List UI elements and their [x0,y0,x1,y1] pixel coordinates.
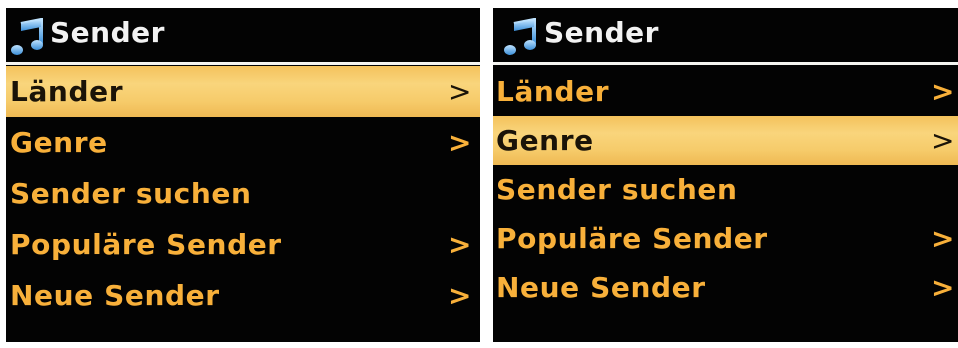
menu-list: Länder > Genre > Sender suchen Populäre … [493,67,958,312]
menu-item-label: Neue Sender [10,279,220,312]
music-note-icon [504,18,536,55]
chevron-right-icon: > [447,75,472,108]
menu-item-label: Länder [496,75,610,108]
music-note-icon [11,18,43,55]
radio-display-left: Sender Länder > Genre > Sender suchen Po… [6,8,480,342]
menu-item-sender-suchen[interactable]: Sender suchen [493,165,958,214]
menu-item-genre[interactable]: Genre > [6,117,480,168]
menu-item-populaere-sender[interactable]: Populäre Sender > [493,214,958,263]
menu-item-label: Genre [10,126,108,159]
menu-item-label: Sender suchen [496,173,738,206]
menu-header: Sender [493,8,958,65]
chevron-right-icon: > [930,222,955,255]
chevron-right-icon: > [447,279,472,312]
menu-item-label: Sender suchen [10,177,252,210]
menu-item-sender-suchen[interactable]: Sender suchen [6,168,480,219]
chevron-right-icon: > [930,75,955,108]
radio-display-right: Sender Länder > Genre > Sender suchen Po… [493,8,958,342]
menu-item-neue-sender[interactable]: Neue Sender > [6,270,480,321]
page-title: Sender [544,16,659,49]
menu-item-genre[interactable]: Genre > [493,116,958,165]
menu-item-populaere-sender[interactable]: Populäre Sender > [6,219,480,270]
menu-header: Sender [6,8,480,65]
chevron-right-icon: > [447,126,472,159]
chevron-right-icon: > [447,228,472,261]
menu-list: Länder > Genre > Sender suchen Populäre … [6,66,480,321]
menu-item-label: Länder [10,75,124,108]
menu-item-label: Genre [496,124,594,157]
page-title: Sender [50,16,165,49]
chevron-right-icon: > [930,271,955,304]
menu-item-neue-sender[interactable]: Neue Sender > [493,263,958,312]
menu-item-laender[interactable]: Länder > [6,66,480,117]
menu-item-laender[interactable]: Länder > [493,67,958,116]
menu-item-label: Populäre Sender [10,228,282,261]
chevron-right-icon: > [930,124,955,157]
menu-item-label: Neue Sender [496,271,706,304]
menu-item-label: Populäre Sender [496,222,768,255]
